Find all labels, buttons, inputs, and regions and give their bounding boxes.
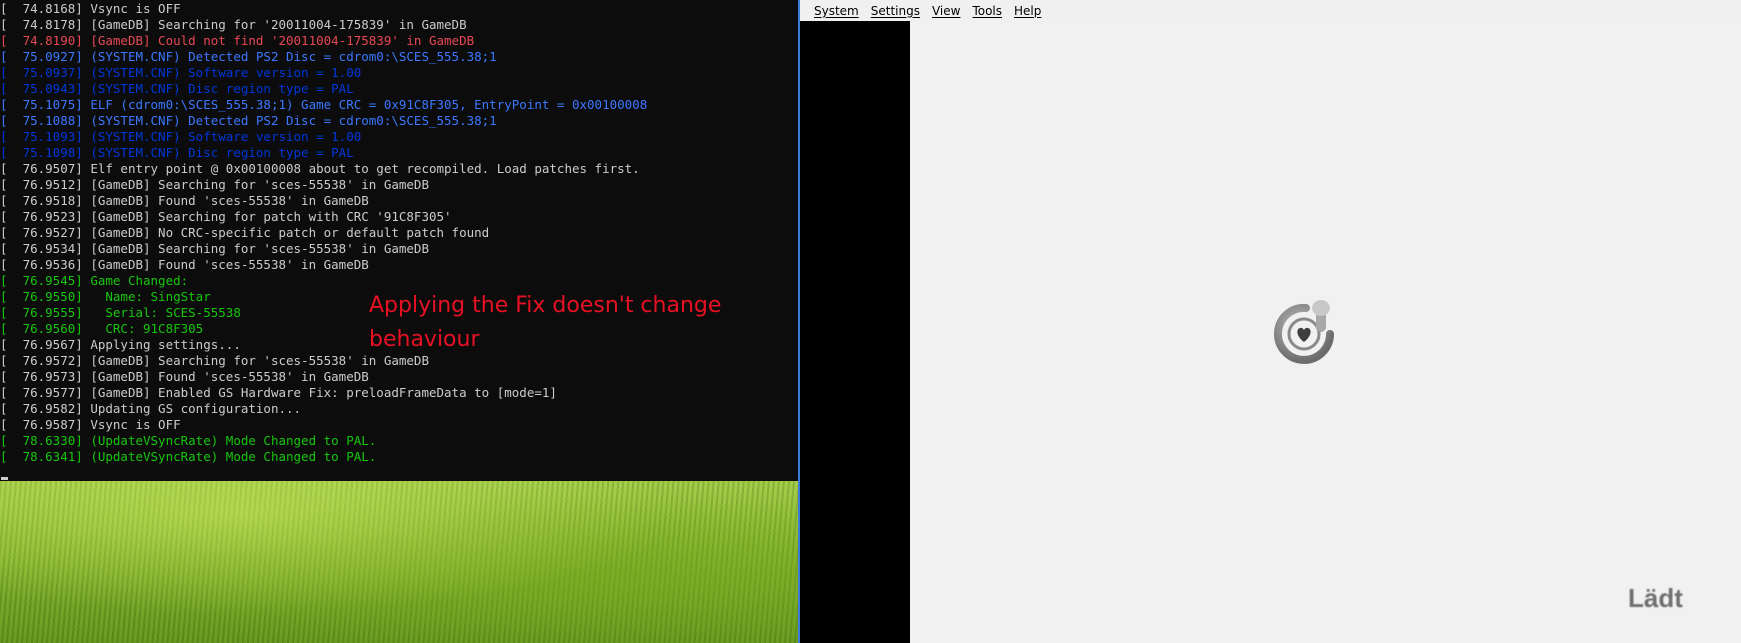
console-line: [ 76.9527] [GameDB] No CRC-specific patc… (0, 225, 490, 240)
console-line: [ 78.6341] (UpdateVSyncRate) Mode Change… (0, 449, 377, 464)
console-line: [ 76.9518] [GameDB] Found 'sces-55538' i… (0, 193, 369, 208)
console-timestamp: 76.9527 (22, 225, 76, 240)
console-line: [ 76.9507] Elf entry point @ 0x00100008 … (0, 161, 640, 176)
console-window: [ 74.8168] Vsync is OFF[ 74.8178] [GameD… (0, 0, 798, 481)
console-message: Serial: SCES-55538 (90, 305, 241, 320)
console-timestamp: 75.1088 (22, 113, 76, 128)
console-message: [GameDB] Searching for '20011004-175839'… (90, 17, 467, 32)
render-border (800, 21, 910, 643)
console-message: [GameDB] Enabled GS Hardware Fix: preloa… (90, 385, 557, 400)
console-timestamp: 75.0943 (22, 81, 76, 96)
console-message: (UpdateVSyncRate) Mode Changed to PAL. (90, 433, 377, 448)
console-timestamp: 78.6330 (22, 433, 76, 448)
console-timestamp: 74.8190 (22, 33, 76, 48)
console-line: [ 75.1093] (SYSTEM.CNF) Software version… (0, 129, 362, 144)
console-message: Updating GS configuration... (90, 401, 302, 416)
console-message: ELF (cdrom0:\SCES_555.38;1) Game CRC = 0… (90, 97, 648, 112)
console-message: (SYSTEM.CNF) Detected PS2 Disc = cdrom0:… (90, 113, 497, 128)
menu-settings[interactable]: Settings (865, 4, 926, 18)
console-message: [GameDB] Searching for 'sces-55538' in G… (90, 241, 429, 256)
console-timestamp: 74.8168 (22, 1, 76, 16)
menu-system[interactable]: System (808, 4, 865, 18)
console-timestamp: 76.9572 (22, 353, 76, 368)
console-message: Vsync is OFF (90, 1, 181, 16)
console-message: Game Changed: (90, 273, 189, 288)
singstar-mic-icon (1274, 300, 1334, 364)
console-timestamp: 76.9560 (22, 321, 76, 336)
console-message: (SYSTEM.CNF) Software version = 1.00 (90, 129, 362, 144)
console-cursor (1, 477, 8, 480)
console-line: [ 76.9545] Game Changed: (0, 273, 189, 288)
console-message: (SYSTEM.CNF) Detected PS2 Disc = cdrom0:… (90, 49, 497, 64)
console-line: [ 78.6330] (UpdateVSyncRate) Mode Change… (0, 433, 377, 448)
console-line: [ 76.9512] [GameDB] Searching for 'sces-… (0, 177, 429, 192)
console-line: [ 76.9534] [GameDB] Searching for 'sces-… (0, 241, 429, 256)
console-line: [ 75.1088] (SYSTEM.CNF) Detected PS2 Dis… (0, 113, 497, 128)
console-message: (SYSTEM.CNF) Software version = 1.00 (90, 65, 362, 80)
console-message: Elf entry point @ 0x00100008 about to ge… (90, 161, 640, 176)
console-timestamp: 74.8178 (22, 17, 76, 32)
desktop-wallpaper (0, 481, 798, 643)
console-line: [ 75.0937] (SYSTEM.CNF) Software version… (0, 65, 362, 80)
console-timestamp: 76.9567 (22, 337, 76, 352)
menu-help[interactable]: Help (1008, 4, 1047, 18)
console-timestamp: 78.6341 (22, 449, 76, 464)
console-timestamp: 75.0937 (22, 65, 76, 80)
game-screen[interactable]: Lädt (910, 21, 1741, 643)
console-line: [ 74.8178] [GameDB] Searching for '20011… (0, 17, 467, 32)
console-timestamp: 75.0927 (22, 49, 76, 64)
console-timestamp: 75.1098 (22, 145, 76, 160)
console-message: [GameDB] Searching for 'sces-55538' in G… (90, 177, 429, 192)
console-message: Name: SingStar (90, 289, 211, 304)
menu-tools[interactable]: Tools (966, 4, 1008, 18)
console-timestamp: 75.1075 (22, 97, 76, 112)
console-timestamp: 76.9582 (22, 401, 76, 416)
console-line: [ 75.0927] (SYSTEM.CNF) Detected PS2 Dis… (0, 49, 497, 64)
console-timestamp: 76.9507 (22, 161, 76, 176)
menu-view[interactable]: View (926, 4, 966, 18)
emulator-window[interactable]: System Settings View Tools Help Lädt (798, 0, 1741, 643)
console-message: [GameDB] Found 'sces-55538' in GameDB (90, 193, 369, 208)
console-message: (SYSTEM.CNF) Disc region type = PAL (90, 145, 354, 160)
console-timestamp: 76.9536 (22, 257, 76, 272)
console-message: [GameDB] Found 'sces-55538' in GameDB (90, 257, 369, 272)
console-message: CRC: 91C8F305 (90, 321, 204, 336)
console-line: [ 76.9523] [GameDB] Searching for patch … (0, 209, 452, 224)
console-timestamp: 76.9555 (22, 305, 76, 320)
console-message: Applying settings... (90, 337, 241, 352)
console-line: [ 76.9582] Updating GS configuration... (0, 401, 302, 416)
console-line: [ 76.9536] [GameDB] Found 'sces-55538' i… (0, 257, 369, 272)
console-message: [GameDB] No CRC-specific patch or defaul… (90, 225, 490, 240)
console-line: [ 76.9587] Vsync is OFF (0, 417, 181, 432)
console-line: [ 74.8168] Vsync is OFF (0, 1, 181, 16)
console-line: [ 76.9577] [GameDB] Enabled GS Hardware … (0, 385, 557, 400)
console-message: (SYSTEM.CNF) Disc region type = PAL (90, 81, 354, 96)
loading-label: Lädt (1628, 583, 1683, 613)
console-log: [ 74.8168] Vsync is OFF[ 74.8178] [GameD… (0, 1, 647, 465)
console-line: [ 75.1075] ELF (cdrom0:\SCES_555.38;1) G… (0, 97, 648, 112)
console-message: [GameDB] Could not find '20011004-175839… (90, 33, 475, 48)
console-message: Vsync is OFF (90, 417, 181, 432)
console-timestamp: 76.9587 (22, 417, 76, 432)
console-timestamp: 76.9512 (22, 177, 76, 192)
console-timestamp: 76.9550 (22, 289, 76, 304)
console-message: [GameDB] Searching for patch with CRC '9… (90, 209, 452, 224)
console-timestamp: 75.1093 (22, 129, 76, 144)
console-message: [GameDB] Found 'sces-55538' in GameDB (90, 369, 369, 384)
console-timestamp: 76.9518 (22, 193, 76, 208)
console-timestamp: 76.9577 (22, 385, 76, 400)
console-message: (UpdateVSyncRate) Mode Changed to PAL. (90, 449, 377, 464)
console-timestamp: 76.9573 (22, 369, 76, 384)
console-line: [ 74.8190] [GameDB] Could not find '2001… (0, 33, 475, 48)
console-line: [ 76.9573] [GameDB] Found 'sces-55538' i… (0, 369, 369, 384)
console-line: [ 75.1098] (SYSTEM.CNF) Disc region type… (0, 145, 354, 160)
console-line: [ 75.0943] (SYSTEM.CNF) Disc region type… (0, 81, 354, 96)
console-timestamp: 76.9534 (22, 241, 76, 256)
menu-bar: System Settings View Tools Help (800, 0, 1741, 21)
annotation-text: Applying the Fix doesn't change behaviou… (369, 293, 722, 352)
console-timestamp: 76.9545 (22, 273, 76, 288)
console-timestamp: 76.9523 (22, 209, 76, 224)
